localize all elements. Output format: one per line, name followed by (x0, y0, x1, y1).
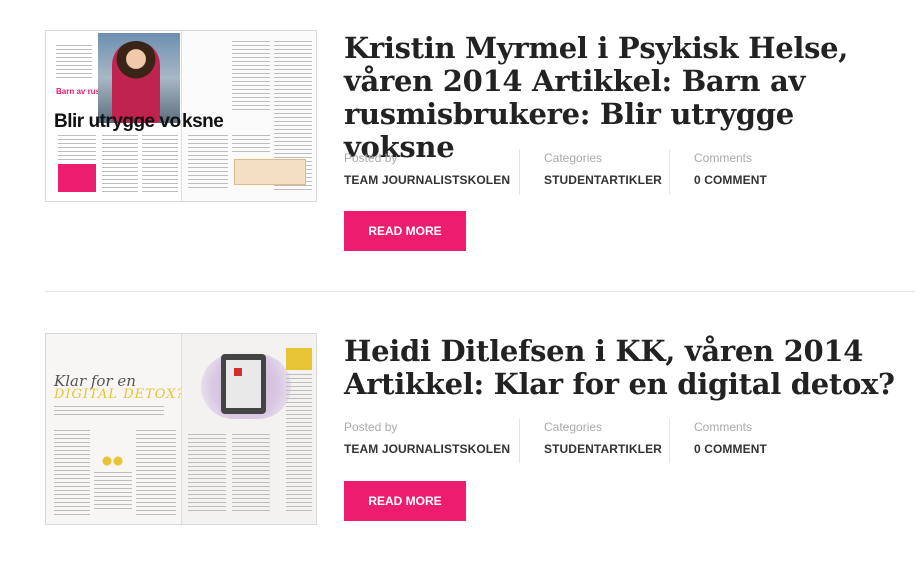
text-block (94, 472, 132, 512)
magazine-headline: Blir utrygge vo (54, 111, 181, 132)
category-link[interactable]: STUDENTARTIKLER (544, 442, 669, 456)
text-block (102, 135, 138, 195)
text-block (232, 41, 270, 111)
text-block (54, 406, 164, 416)
checkbox-mark (234, 368, 242, 376)
magazine-left-page: Klar for en DIGITAL DETOX? (46, 334, 185, 524)
post-thumbnail[interactable]: Klar for en DIGITAL DETOX? (45, 333, 317, 525)
read-more-button[interactable]: READ MORE (344, 211, 466, 251)
comments: Comments 0 COMMENT (669, 150, 819, 194)
post-title[interactable]: Heidi Ditlefsen i KK, våren 2014 Artikke… (344, 335, 904, 401)
comments-link[interactable]: 0 COMMENT (694, 173, 819, 187)
magazine-right-page: ksne (181, 31, 316, 201)
text-block (142, 135, 178, 195)
posted-by-label: Posted by (344, 420, 398, 434)
advert-box (234, 159, 306, 185)
text-block (188, 135, 228, 191)
posted-by: Posted by TEAM JOURNALISTSKOLEN (344, 419, 519, 463)
categories-label: Categories (544, 151, 603, 165)
text-block (232, 434, 270, 514)
text-block (188, 434, 226, 514)
categories: Categories STUDENTARTIKLER (519, 419, 669, 463)
blog-post: Klar for en DIGITAL DETOX? Heidi Ditlefs… (0, 292, 921, 563)
tablet-screen (226, 360, 261, 408)
comments: Comments 0 COMMENT (669, 419, 819, 463)
post-meta: Posted by TEAM JOURNALISTSKOLEN Categori… (344, 150, 904, 194)
author-link[interactable]: TEAM JOURNALISTSKOLEN (344, 173, 519, 187)
author-link[interactable]: TEAM JOURNALISTSKOLEN (344, 442, 519, 456)
yellow-dots (102, 456, 126, 466)
magazine-headline-continued: ksne (182, 111, 224, 132)
categories: Categories STUDENTARTIKLER (519, 150, 669, 194)
text-block (286, 374, 312, 514)
posted-by: Posted by TEAM JOURNALISTSKOLEN (344, 150, 519, 194)
comments-label: Comments (694, 151, 753, 165)
text-block (56, 45, 92, 79)
text-block (136, 430, 176, 516)
magazine-spread: Klar for en DIGITAL DETOX? (46, 334, 316, 524)
post-thumbnail[interactable]: Barn av rusmis- brukere: Blir utrygge vo… (45, 30, 317, 202)
post-title[interactable]: Kristin Myrmel i Psykisk Helse, våren 20… (344, 32, 904, 164)
magazine-headline-accent: DIGITAL DETOX? (54, 387, 185, 402)
sidebar-heading-box (286, 348, 312, 370)
magazine-pink-box (58, 164, 96, 192)
read-more-button[interactable]: READ MORE (344, 481, 466, 521)
posted-by-label: Posted by (344, 151, 398, 165)
text-block (54, 430, 90, 516)
magazine-left-page: Barn av rusmis- brukere: Blir utrygge vo (46, 31, 181, 201)
text-block (58, 135, 96, 161)
categories-label: Categories (544, 420, 603, 434)
category-link[interactable]: STUDENTARTIKLER (544, 173, 669, 187)
blog-post: Barn av rusmis- brukere: Blir utrygge vo… (0, 0, 921, 290)
comments-label: Comments (694, 420, 753, 434)
comments-link[interactable]: 0 COMMENT (694, 442, 819, 456)
text-block (232, 135, 270, 155)
post-meta: Posted by TEAM JOURNALISTSKOLEN Categori… (344, 419, 904, 463)
